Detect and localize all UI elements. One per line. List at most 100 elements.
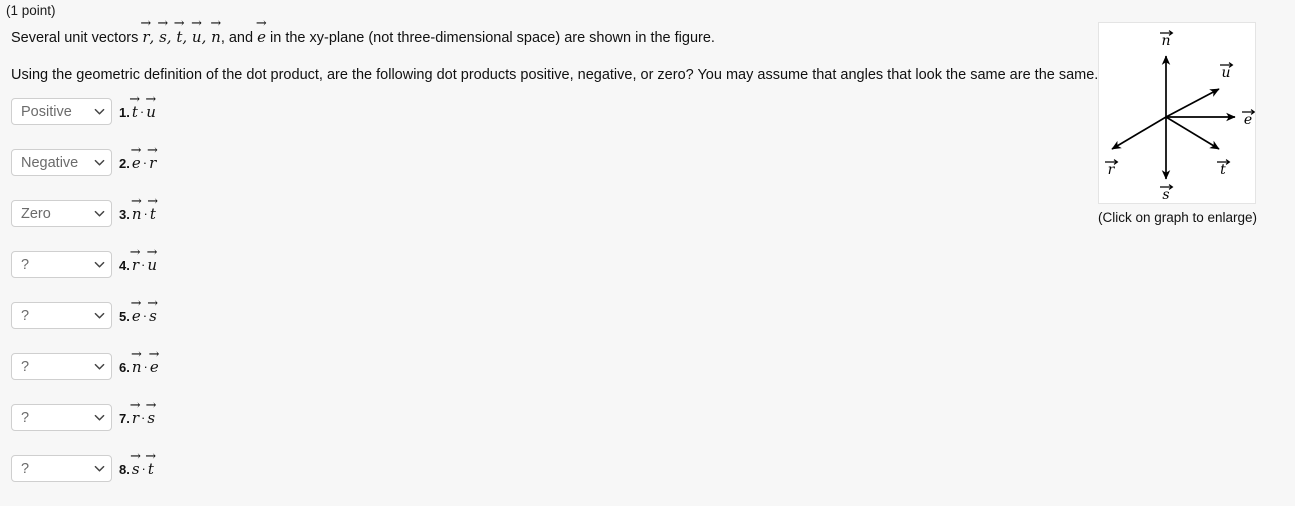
vector-arrow-icon: → [140,16,152,32]
question-expression-4: 4. → r · → u [119,245,158,274]
figure-label-t: t [1220,162,1226,178]
dot-product-expression: → n · → e [131,347,160,376]
question-number: 4. [119,258,130,273]
vector-arrow-icon: → [148,347,160,363]
dot-product-expression: → r · → s [129,398,157,427]
chevron-down-icon [94,106,105,117]
vector-arrow-t [1165,116,1220,150]
answer-select-8[interactable]: ? [11,455,112,482]
figure-caption: (Click on graph to enlarge) [1097,210,1258,225]
intro-suffix: in the xy-plane (not three-dimensional s… [265,30,715,46]
answer-select-2[interactable]: Negative [11,149,112,176]
question-number: 1. [119,105,130,120]
question-number: 2. [119,156,130,171]
question-number: 5. [119,309,130,324]
chevron-down-icon [94,157,105,168]
vector-arrow-icon: → [191,16,202,32]
vector-arrows [1111,55,1236,180]
question-expression-1: 1. → t · → u [119,92,157,121]
vector-t-inline: → t [173,16,185,46]
vector-n-inline: → n [210,16,222,46]
vector-arrow-icon: → [147,143,158,159]
vector-s-inline: → s [157,16,169,46]
vector-left: → e [130,143,142,172]
intro-vector-list: → r, → s, → t, → u, → n [140,16,222,46]
question-expression-3: 3. → n · → t [119,194,159,223]
vector-e-inline: → e [255,16,267,46]
answer-select-4-value: ? [21,256,30,273]
question-number: 7. [119,411,130,426]
answer-select-2-value: Negative [21,154,79,171]
intro-prefix: Several unit vectors [11,30,143,46]
vector-right: → s [147,296,159,325]
vector-right: → e [148,347,160,376]
question-expression-5: 5. → e · → s [119,296,159,325]
vector-arrow-icon: → [210,16,222,32]
vector-arrow-icon: → [145,449,157,465]
point-value: (1 point) [6,3,56,18]
vector-arrow-icon: → [145,398,157,414]
vector-arrow-icon: → [131,194,142,210]
answer-select-1[interactable]: Positive [11,98,112,125]
vector-arrow-icon: → [255,16,267,32]
vector-left: → t [129,92,141,121]
answer-select-5-value: ? [21,307,30,324]
vector-arrow-icon: → [147,194,159,210]
answer-select-6[interactable]: ? [11,353,112,380]
question-expression-8: 8. → s · → t [119,449,157,478]
intro-vector-e: → e [255,16,267,46]
vector-arrow-icon: → [147,296,159,312]
vector-arrow-icon: → [157,16,169,32]
dot-product-expression: → r · → u [129,245,158,274]
answer-select-3[interactable]: Zero [11,200,112,227]
vector-arrow-u [1165,88,1220,118]
dot-product-expression: → t · → u [129,92,157,121]
question-content-column: (1 point) Several unit vectors → r, → s, →… [0,0,1098,501]
vector-left: → n [131,347,142,376]
question-expression-6: 6. → n · → e [119,347,160,376]
dot-product-expression: → n · → t [131,194,159,223]
answer-select-8-value: ? [21,460,30,477]
figure-label-e: e [1244,112,1252,128]
vector-figure-panel[interactable]: n u e t s r [1098,22,1256,204]
vector-arrow-icon: → [131,347,142,363]
figure-label-s: s [1162,187,1169,203]
vector-u-inline: → u [191,16,202,46]
vector-right: → t [145,449,157,478]
vector-arrow-icon: → [146,245,158,261]
dot-product-expression: → e · → s [130,296,159,325]
answer-select-4[interactable]: ? [11,251,112,278]
question-number: 8. [119,462,130,477]
vector-r-inline: → r [140,16,152,46]
vector-diagram: n u e t s r [1105,30,1255,203]
dot-product-expression: → e · → r [130,143,158,172]
vector-right: → u [145,92,157,121]
vector-arrow-icon: → [130,296,142,312]
question-prompt: Using the geometric definition of the do… [11,67,1099,83]
vector-left: → r [129,245,141,274]
chevron-down-icon [94,463,105,474]
chevron-down-icon [94,208,105,219]
answer-select-6-value: ? [21,358,30,375]
vector-arrow-icon: → [145,92,157,108]
chevron-down-icon [94,412,105,423]
vector-right: → r [147,143,158,172]
answer-select-7[interactable]: ? [11,404,112,431]
chevron-down-icon [94,259,105,270]
answer-select-1-value: Positive [21,103,72,120]
intro-paragraph: Several unit vectors → r, → s, → t, → u, → n,… [11,16,715,48]
vector-left: → e [130,296,142,325]
intro-and: , and [220,30,258,46]
dot-product-expression: → s · → t [130,449,157,478]
vector-right: → u [146,245,158,274]
vector-right: → s [145,398,157,427]
vector-left: → r [129,398,141,427]
vector-left: → n [131,194,142,223]
question-number: 6. [119,360,130,375]
answer-select-5[interactable]: ? [11,302,112,329]
question-expression-2: 2. → e · → r [119,143,158,172]
vector-arrow-r [1111,116,1167,150]
question-number: 3. [119,207,130,222]
vector-right: → t [147,194,159,223]
vector-left: → s [130,449,141,478]
